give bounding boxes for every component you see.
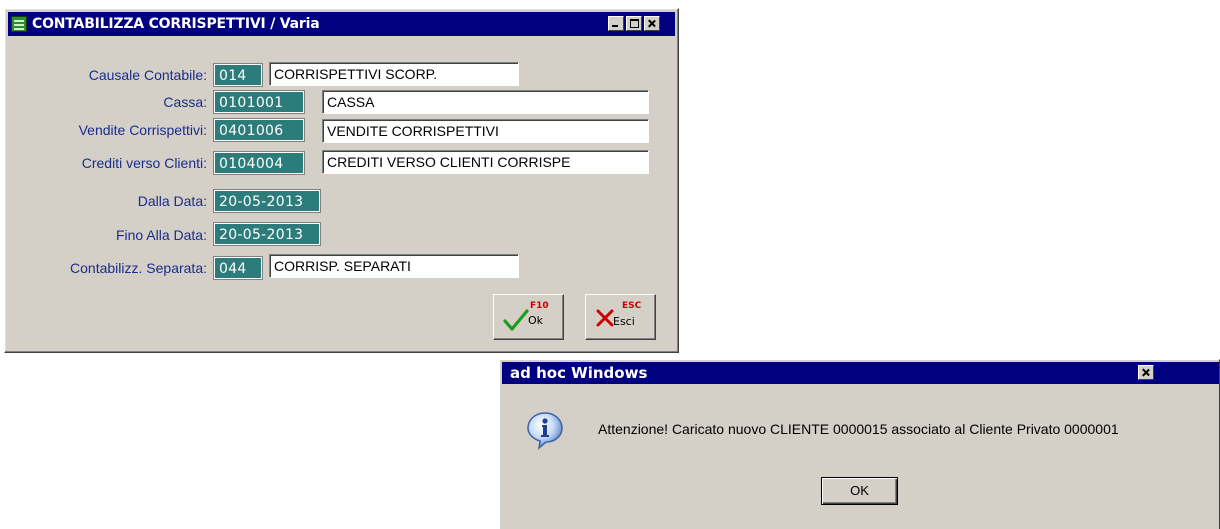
cassa-description[interactable]: CASSA — [322, 90, 649, 114]
info-icon — [527, 412, 563, 450]
vendite-corrispettivi-label: Vendite Corrispettivi: — [78, 122, 207, 138]
minimize-button[interactable] — [608, 16, 624, 31]
message-dialog-title: ad hoc Windows — [510, 364, 648, 382]
dalla-data-field[interactable]: 20-05-2013 — [213, 189, 321, 213]
main-window: CONTABILIZZA CORRISPETTIVI / Varia Causa… — [4, 8, 679, 353]
esci-button[interactable]: ESC Esci — [585, 294, 656, 340]
contabilizz-separata-code[interactable]: 044 — [213, 256, 263, 280]
esci-shortcut-key: ESC — [622, 301, 642, 311]
contabilizz-separata-description[interactable]: CORRISP. SEPARATI — [269, 254, 519, 278]
checkmark-icon — [503, 309, 529, 331]
crediti-verso-clienti-label: Crediti verso Clienti: — [81, 155, 207, 171]
ok-shortcut-key: F10 — [530, 301, 549, 311]
crediti-verso-clienti-description[interactable]: CREDITI VERSO CLIENTI CORRISPE — [322, 150, 649, 174]
cross-icon — [596, 309, 614, 327]
cassa-code[interactable]: 0101001 — [213, 90, 305, 114]
causale-contabile-description[interactable]: CORRISPETTIVI SCORP. — [269, 62, 519, 86]
labels-column: Causale Contabile: Cassa: Vendite Corris… — [5, 9, 207, 352]
vendite-corrispettivi-code[interactable]: 0401006 — [213, 118, 305, 142]
close-button[interactable] — [644, 16, 660, 31]
crediti-verso-clienti-code[interactable]: 0104004 — [213, 151, 305, 175]
message-dialog-close-button[interactable] — [1138, 365, 1154, 380]
ok-button-label: Ok — [528, 314, 544, 327]
esci-button-label: Esci — [613, 315, 635, 328]
message-text: Attenzione! Caricato nuovo CLIENTE 00000… — [598, 421, 1119, 437]
message-dialog-titlebar[interactable]: ad hoc Windows — [502, 362, 1219, 384]
dalla-data-label: Dalla Data: — [137, 193, 207, 209]
message-dialog: ad hoc Windows Attenzione! Caricato nuov… — [499, 359, 1220, 529]
causale-contabile-code[interactable]: 014 — [213, 63, 263, 87]
cassa-label: Cassa: — [163, 94, 207, 110]
message-ok-button[interactable]: OK — [821, 477, 898, 505]
maximize-button[interactable] — [626, 16, 642, 31]
fino-alla-data-label: Fino Alla Data: — [115, 227, 207, 243]
causale-contabile-label: Causale Contabile: — [88, 67, 207, 83]
contabilizz-separata-label: Contabilizz. Separata: — [70, 260, 207, 276]
ok-button[interactable]: F10 Ok — [493, 294, 564, 340]
vendite-corrispettivi-description[interactable]: VENDITE CORRISPETTIVI — [322, 119, 649, 143]
fino-alla-data-field[interactable]: 20-05-2013 — [213, 222, 321, 246]
